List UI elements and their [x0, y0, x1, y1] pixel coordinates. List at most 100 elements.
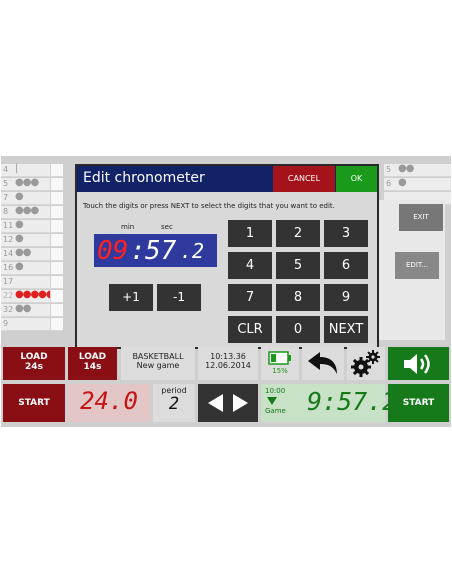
scoreboard-app: 4 | 5 ●●● 7 ● 8 ●●● 11 ● 12 ● 14 ●● 16 ● 17 22 ●●●●● 32 ●● 9 … [1, 156, 451, 427]
player-points [50, 164, 63, 176]
player-fouls: ●●● [15, 177, 39, 188]
period-display[interactable]: period 2 [153, 384, 195, 422]
exit-button[interactable]: EXIT [399, 204, 443, 231]
player-fouls: ● [15, 219, 24, 230]
player-row[interactable]: 32 ●● [1, 303, 63, 317]
player-fouls: ● [15, 233, 24, 244]
player-row[interactable]: 22 ●●●●● [1, 289, 63, 303]
digit-key-1[interactable]: 1 [228, 220, 272, 247]
player-number: 16 [3, 263, 14, 272]
player-number: 7 [3, 193, 9, 202]
battery-percent: 15% [272, 367, 288, 375]
digit-key-5[interactable]: 5 [276, 252, 320, 279]
player-row[interactable]: 4 | [1, 163, 63, 177]
load-24s-line1: LOAD [20, 352, 48, 362]
edit-button[interactable]: EDIT... [395, 252, 439, 279]
possession-arrows-button[interactable] [198, 384, 258, 422]
player-fouls: ●● [398, 163, 414, 174]
digit-key-3[interactable]: 3 [324, 220, 368, 247]
minutes-digits[interactable]: 09 [97, 236, 128, 266]
battery-status: 15% [261, 347, 299, 380]
game-word: Game [265, 407, 286, 415]
player-fouls: ●● [15, 303, 31, 314]
player-fouls: ● [398, 177, 407, 188]
shot-clock-value: 24.0 [80, 387, 138, 415]
clear-key[interactable]: CLR [228, 316, 272, 343]
settings-button[interactable] [347, 347, 385, 380]
player-row[interactable]: 5 ●●● [1, 177, 63, 191]
period-value: 2 [168, 394, 180, 414]
player-fouls: ●●●●● [15, 289, 55, 300]
load-14s-line2: 14s [83, 362, 102, 372]
player-row[interactable]: 11 ● [1, 219, 63, 233]
player-points [50, 318, 63, 330]
player-row[interactable]: 12 ● [1, 233, 63, 247]
plus-one-button[interactable]: +1 [109, 284, 153, 311]
player-points [50, 262, 63, 274]
player-row[interactable]: 6 ● [384, 177, 451, 191]
load-24s-button[interactable]: LOAD 24s [3, 347, 65, 380]
sport-name: BASKETBALL [132, 352, 184, 361]
seconds-digits[interactable]: 57 [145, 236, 176, 266]
down-arrow-icon [267, 397, 277, 405]
load-14s-button[interactable]: LOAD 14s [68, 347, 117, 380]
digit-key-4[interactable]: 4 [228, 252, 272, 279]
game-clock-display[interactable]: 10:00 Game 9:57.2 [261, 384, 397, 422]
digit-key-0[interactable]: 0 [276, 316, 320, 343]
battery-icon [268, 351, 291, 365]
ok-button[interactable]: OK [336, 166, 377, 192]
player-fouls: ●● [15, 247, 31, 258]
time-separator: : [130, 236, 146, 266]
shot-clock-display[interactable]: 24.0 [68, 384, 150, 422]
horn-button[interactable] [388, 347, 449, 380]
player-number: 11 [3, 221, 14, 230]
player-row[interactable]: 7 ● [1, 191, 63, 205]
player-number: 32 [3, 305, 14, 314]
dialog-header: Edit chronometer CANCEL OK [77, 166, 377, 192]
player-number: 14 [3, 249, 14, 258]
dialog-title: Edit chronometer [83, 170, 205, 186]
edit-chronometer-dialog: Edit chronometer CANCEL OK Touch the dig… [75, 164, 379, 349]
player-points [50, 220, 63, 232]
player-fouls: ● [15, 261, 24, 272]
undo-button[interactable] [302, 347, 344, 380]
player-number: 8 [3, 207, 9, 216]
game-name: New game [136, 361, 180, 370]
digit-key-8[interactable]: 8 [276, 284, 320, 311]
player-number: 6 [386, 179, 392, 188]
player-points [50, 290, 63, 302]
start-game-clock-button[interactable]: START [388, 384, 449, 422]
speaker-icon [404, 354, 430, 374]
possession-arrows-icon [208, 394, 248, 412]
tenths-digit[interactable]: .2 [180, 236, 204, 266]
cancel-button[interactable]: CANCEL [273, 166, 335, 192]
player-row[interactable]: 8 ●●● [1, 205, 63, 219]
player-row[interactable]: 17 [1, 276, 63, 289]
start-shot-clock-button[interactable]: START [3, 384, 65, 422]
digit-key-2[interactable]: 2 [276, 220, 320, 247]
current-time: 10:13.36 [210, 352, 246, 361]
player-fouls: | [15, 163, 19, 174]
player-number: 22 [3, 291, 14, 300]
digit-key-6[interactable]: 6 [324, 252, 368, 279]
load-24s-line2: 24s [25, 362, 43, 372]
game-period-time: 10:00 [265, 387, 286, 395]
player-fouls: ●●● [15, 205, 39, 216]
sec-label: sec [161, 223, 173, 231]
player-points [50, 192, 63, 204]
digit-key-7[interactable]: 7 [228, 284, 272, 311]
digit-key-9[interactable]: 9 [324, 284, 368, 311]
player-number: 5 [386, 165, 392, 174]
instruction-text: Touch the digits or press NEXT to select… [83, 202, 335, 210]
player-points [50, 304, 63, 316]
player-number: 5 [3, 179, 9, 188]
player-points [50, 206, 63, 218]
player-row[interactable]: 14 ●● [1, 247, 63, 261]
player-row[interactable]: 5 ●● [384, 163, 451, 177]
player-row[interactable]: 9 [1, 318, 63, 331]
game-info[interactable]: BASKETBALL New game [121, 347, 195, 380]
player-number: 9 [3, 319, 9, 328]
minus-one-button[interactable]: -1 [157, 284, 201, 311]
player-row[interactable]: 16 ● [1, 261, 63, 275]
next-key[interactable]: NEXT [324, 316, 368, 343]
